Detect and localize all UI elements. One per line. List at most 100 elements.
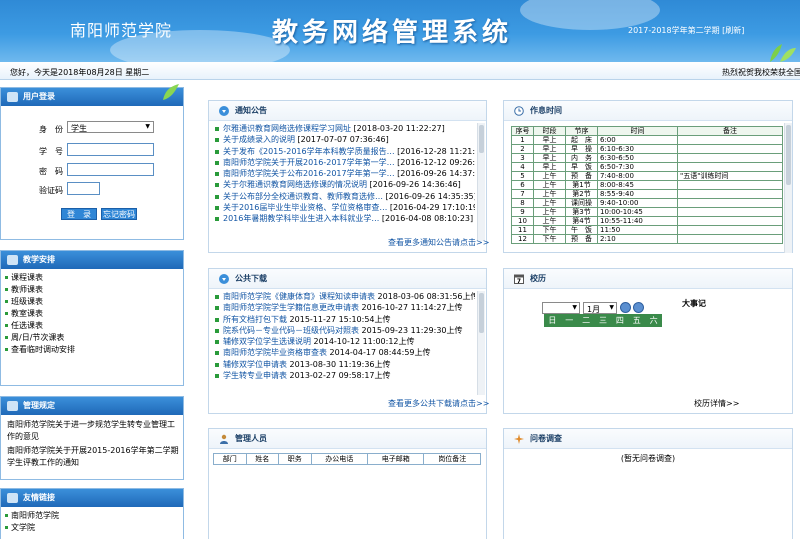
rule-item[interactable]: 南阳师范学院关于开展2015-2016学年第二学期学生评教工作的通知 (7, 445, 179, 469)
next-month-button[interactable] (633, 302, 644, 313)
download-scrollbar[interactable] (477, 291, 485, 395)
teaching-item[interactable]: 周/日/节次课表 (5, 332, 64, 343)
table-cell: 下午 (533, 225, 566, 235)
schedule-scrollbar[interactable] (784, 123, 792, 253)
table-cell: 上午 (533, 216, 566, 226)
notice-item-text: 关于2016届毕业生毕业资格、学位资格审查… (223, 203, 388, 213)
document-icon (7, 401, 18, 411)
notice-item[interactable]: 尔雅通识教育网络选修课程学习网址 [2018-03-20 11:22:27] (213, 123, 475, 134)
teaching-panel: 教学安排 课程课表 教师课表 班级课表 教室课表 任选课表 周/日/节次课表 查… (0, 250, 184, 386)
calendar-detail-link[interactable]: 校历详情>> (694, 398, 739, 409)
table-cell: 8:55-9:40 (597, 189, 678, 199)
links-panel: 友情链接 南阳师范学院 文学院 (0, 488, 184, 539)
notice-scrollbar[interactable] (477, 123, 485, 241)
teaching-item[interactable]: 查看临时调动安排 (5, 344, 75, 355)
link-item[interactable]: 文学院 (5, 522, 35, 533)
system-title: 教务网络管理系统 (272, 18, 513, 48)
table-cell: 12 (511, 234, 534, 244)
notice-item[interactable]: 关于2016届毕业生毕业资格、学位资格审查… [2016-04-29 17:10… (213, 202, 475, 213)
download-item-text: 南阳师范学院《健康体育》课程知读申请表 (223, 292, 375, 301)
table-cell: 第4节 (565, 216, 598, 226)
download-item-date: 2015-11-27 15:10:54上传 (289, 314, 391, 324)
table-header: 部门 (213, 453, 247, 465)
notice-item-text: 关于公布部分全校通识教育、教师教育选修… (223, 191, 383, 201)
term-refresh-link[interactable]: 2017-2018学年第二学期 [刷新] (628, 25, 744, 36)
year-select[interactable]: ▼ (542, 302, 580, 314)
notice-item[interactable]: 关于尔雅通识教育网络选修课的情况说明 [2016-09-26 14:36:46] (213, 179, 475, 190)
teaching-item[interactable]: 课程课表 (5, 272, 43, 283)
download-item-text: 南阳师范学院毕业资格审查表 (223, 348, 327, 358)
teaching-item[interactable]: 班级课表 (5, 296, 43, 307)
admin-header: 管理人员 (209, 429, 486, 449)
schedule-panel: 作息时间 序号 时段 节序 时间 备注 1 早上起 床 6:00 2 早上早 操 6:10… (503, 100, 793, 253)
download-item[interactable]: 辅修双学位申请表 2013-08-30 11:19:36上传 (213, 359, 475, 370)
rules-title: 管理规定 (23, 401, 55, 410)
table-cell: 预 备 (565, 171, 598, 181)
notice-list: 尔雅通识教育网络选修课程学习网址 [2018-03-20 11:22:27] 关… (213, 123, 475, 247)
rule-item[interactable]: 南阳师范学院关于进一步规范学生转专业管理工作的意见 (7, 419, 179, 443)
download-item[interactable]: 南阳师范学院学生学籍信息更改申请表 2016-10-27 11:14:27上传 (213, 302, 475, 313)
download-item[interactable]: 南阳师范学院毕业资格审查表 2014-04-17 08:44:59上传 (213, 347, 475, 358)
table-cell (677, 135, 783, 145)
table-cell (677, 225, 783, 235)
notice-item[interactable]: 关于公布部分全校通识教育、教师教育选修… [2016-09-26 14:35:3… (213, 191, 475, 202)
identity-select[interactable]: 学生 ▼ (67, 121, 154, 133)
password-label: 密 码 (39, 167, 63, 176)
table-cell: 上午 (533, 180, 566, 190)
identity-value: 学生 (71, 124, 87, 133)
arrow-icon (219, 106, 229, 116)
notice-item-text: 关于发布《2015-2016学年本科教学质量报告… (223, 146, 395, 156)
table-cell: 上午 (533, 207, 566, 217)
notice-item-text: 尔雅通识教育网络选修课程学习网址 (223, 124, 351, 133)
password-input[interactable] (67, 163, 154, 176)
news-marquee[interactable]: 热烈祝贺我校荣获全国 (722, 67, 800, 78)
download-item[interactable]: 学生转专业申请表 2013-02-27 09:58:17上传 (213, 370, 475, 381)
notice-more-link[interactable]: 查看更多通知公告请点击>> (388, 237, 489, 248)
table-cell: 3 (511, 153, 534, 163)
download-item[interactable]: 所有文档打包下载 2015-11-27 15:10:54上传 (213, 314, 475, 325)
download-item[interactable]: 辅修双学位学生选课说明 2014-10-12 11:00:12上传 (213, 336, 475, 347)
notice-item[interactable]: 关于成绩录入的说明 [2017-07-07 07:36:46] (213, 134, 475, 145)
login-header: 用户登录 (1, 84, 183, 106)
teaching-item[interactable]: 任选课表 (5, 320, 43, 331)
schedule-title: 作息时间 (530, 106, 562, 115)
table-cell: 早上 (533, 153, 566, 163)
teaching-item[interactable]: 教室课表 (5, 308, 43, 319)
notice-item[interactable]: 2016年暑期教学科毕业生进入本科就业学… [2016-04-08 08:10:… (213, 213, 475, 224)
link-item[interactable]: 南阳师范学院 (5, 510, 59, 521)
download-item[interactable]: 院系代码－专业代码－班级代码对照表 2015-09-23 11:29:30上传 (213, 325, 475, 336)
download-item-date: 2013-08-30 11:19:36上传 (289, 359, 391, 369)
person-icon (220, 434, 228, 444)
table-cell: 6:00 (597, 135, 678, 145)
table-row: 4 早上早 饭 6:50-7:30 (511, 162, 783, 172)
table-cell (677, 216, 783, 226)
login-button[interactable]: 登 录 (61, 208, 97, 220)
links-header: 友情链接 (1, 489, 183, 507)
prev-month-button[interactable] (620, 302, 631, 313)
notice-item-date: [2018-03-20 11:22:27] (353, 124, 445, 133)
notice-item-date: [2016-12-12 09:26:31] (397, 157, 475, 167)
identity-label: 身 份 (39, 125, 63, 134)
table-cell: 早上 (533, 162, 566, 172)
notice-item[interactable]: 南阳师范学院关于公布2016-2017学年第一学… [2016-09-26 14… (213, 168, 475, 179)
table-row: 5 上午预 备 7:40-8:00 "五语"训练时间 (511, 171, 783, 181)
today-text: 您好，今天是2018年08月28日 星期二 (10, 68, 150, 77)
month-select[interactable]: 1月 ▼ (583, 302, 617, 314)
download-more-link[interactable]: 查看更多公共下载请点击>> (388, 398, 489, 409)
notice-item[interactable]: 南阳师范学院关于开展2016-2017学年第一学… [2016-12-12 09… (213, 157, 475, 168)
admin-panel: 管理人员 部门 姓名 职务 办公电话 电子邮箱 岗位备注 (208, 428, 487, 539)
table-cell: 2 (511, 144, 534, 154)
table-header: 备注 (677, 126, 783, 136)
notice-title: 通知公告 (235, 106, 267, 115)
table-cell (677, 207, 783, 217)
student-id-input[interactable] (67, 143, 154, 156)
captcha-input[interactable] (67, 182, 100, 195)
notice-item-date: [2016-04-08 08:10:23] (381, 214, 474, 224)
table-cell: "五语"训练时间 (677, 171, 783, 181)
notice-item[interactable]: 关于发布《2015-2016学年本科教学质量报告… [2016-12-28 11… (213, 146, 475, 157)
table-cell: 8 (511, 198, 534, 208)
login-panel: 用户登录 身 份 学生 ▼ 学 号 密 码 验证码 登 录 忘记密码 (0, 84, 184, 240)
download-item[interactable]: 南阳师范学院《健康体育》课程知读申请表 2018-03-06 08:31:56上… (213, 291, 475, 302)
teaching-item[interactable]: 教师课表 (5, 284, 43, 295)
forgot-password-button[interactable]: 忘记密码 (101, 208, 137, 220)
